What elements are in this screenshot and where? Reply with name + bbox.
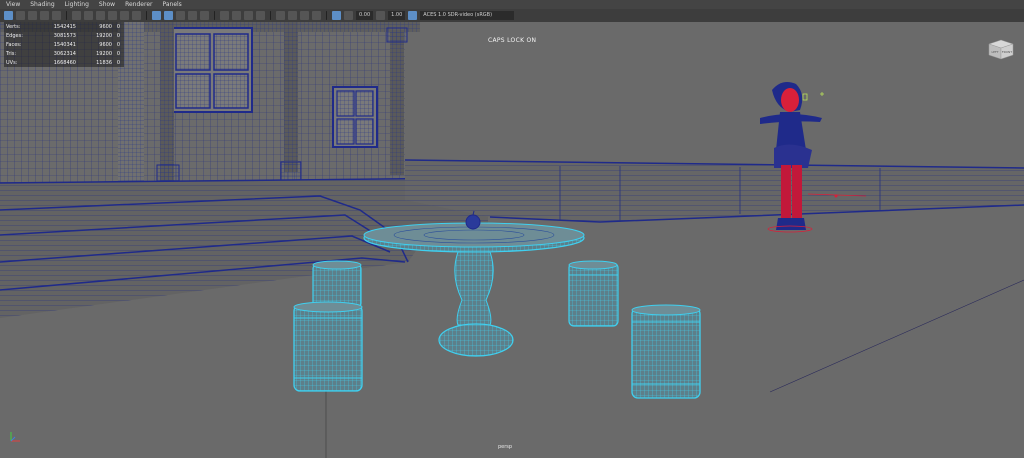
- smooth-shade-icon[interactable]: [164, 11, 173, 20]
- menu-view[interactable]: View: [6, 0, 20, 9]
- table-mesh[interactable]: [363, 222, 585, 357]
- film-gate-icon[interactable]: [84, 11, 93, 20]
- stool-back-left-mesh[interactable]: [312, 260, 362, 309]
- select-camera-icon[interactable]: [4, 11, 13, 20]
- poly-count-hud: Verts: 1542415 9600 0 Edges: 3081573 192…: [4, 22, 124, 67]
- axis-gizmo-icon: [10, 432, 20, 442]
- stool-front-right-mesh[interactable]: [631, 304, 701, 399]
- view-transform-icon[interactable]: [408, 11, 418, 20]
- textured-icon[interactable]: [188, 11, 197, 20]
- isolate-select-icon[interactable]: [276, 11, 285, 20]
- gate-mask-icon[interactable]: [108, 11, 117, 20]
- window-small-mesh[interactable]: [332, 86, 378, 148]
- image-plane-icon[interactable]: [40, 11, 49, 20]
- stool-front-left-mesh[interactable]: [293, 301, 363, 392]
- view-transform-dropdown[interactable]: ACES 1.0 SDR-video (sRGB): [420, 11, 515, 20]
- menu-renderer[interactable]: Renderer: [125, 0, 152, 9]
- ground-grid-line: [769, 279, 1024, 393]
- lights-icon[interactable]: [200, 11, 209, 20]
- xray-joints-icon[interactable]: [300, 11, 309, 20]
- hud-row-tris: Tris: 3062314 19200 0: [4, 49, 124, 58]
- menu-shading[interactable]: Shading: [30, 0, 54, 9]
- shadows-icon[interactable]: [220, 11, 229, 20]
- panel-menu-bar: View Shading Lighting Show Renderer Pane…: [0, 0, 1024, 9]
- field-chart-icon[interactable]: [120, 11, 129, 20]
- menu-lighting[interactable]: Lighting: [65, 0, 89, 9]
- viewcube-left-label: LEFT: [991, 50, 998, 54]
- hud-row-faces: Faces: 1540341 9600 0: [4, 40, 124, 49]
- gamma-field[interactable]: 1.00: [388, 11, 406, 20]
- lock-camera-icon[interactable]: [16, 11, 25, 20]
- hud-row-edges: Edges: 3081573 19200 0: [4, 31, 124, 40]
- viewcube-front-label: FRONT: [1002, 50, 1012, 54]
- bookmark-icon[interactable]: [28, 11, 37, 20]
- grid-icon[interactable]: [72, 11, 81, 20]
- grease-pencil-icon[interactable]: [52, 11, 61, 20]
- window-large-mesh[interactable]: [169, 27, 253, 113]
- boundary-wall-mesh[interactable]: [404, 159, 1024, 223]
- gamma-icon[interactable]: [376, 11, 386, 20]
- hud-row-uvs: UVs: 1668460 11836 0: [4, 58, 124, 67]
- caps-lock-indicator: CAPS LOCK ON: [488, 37, 537, 44]
- hud-row-verts: Verts: 1542415 9600 0: [4, 22, 124, 31]
- exposure-field[interactable]: 0.00: [356, 11, 374, 20]
- stool-back-right-mesh[interactable]: [568, 260, 619, 327]
- viewport-panel[interactable]: View Shading Lighting Show Renderer Pane…: [0, 0, 1024, 458]
- exposure-icon[interactable]: [344, 11, 353, 20]
- motion-blur-icon[interactable]: [244, 11, 253, 20]
- safe-action-icon[interactable]: [132, 11, 141, 20]
- anti-aliasing-icon[interactable]: [256, 11, 265, 20]
- camera-name-label: persp: [498, 444, 513, 450]
- xray-components-icon[interactable]: [312, 11, 321, 20]
- xray-icon[interactable]: [288, 11, 297, 20]
- ambient-occlusion-icon[interactable]: [232, 11, 241, 20]
- default-material-icon[interactable]: [176, 11, 185, 20]
- scene-wireframe[interactable]: [0, 0, 1024, 458]
- resolution-gate-icon[interactable]: [96, 11, 105, 20]
- color-management-icon[interactable]: [332, 11, 341, 20]
- wireframe-icon[interactable]: [152, 11, 161, 20]
- panel-toolbar: 0.00 1.00 ACES 1.0 SDR-video (sRGB): [0, 9, 1024, 22]
- view-cube-icon[interactable]: LEFT FRONT: [988, 38, 1014, 60]
- menu-panels[interactable]: Panels: [162, 0, 181, 9]
- menu-show[interactable]: Show: [99, 0, 115, 9]
